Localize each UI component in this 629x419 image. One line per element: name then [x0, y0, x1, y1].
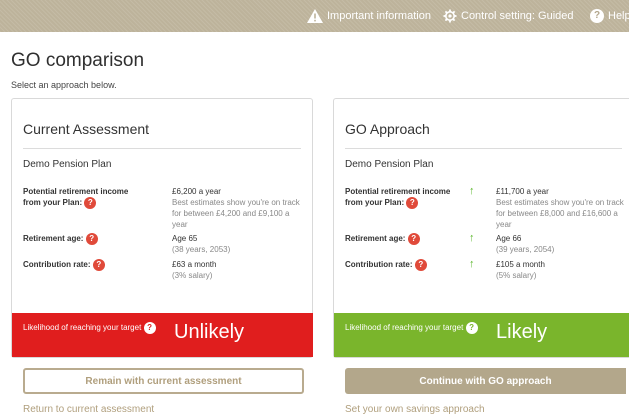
row-label: Contribution rate: ? — [23, 259, 133, 271]
likelihood-label: Likelihood of reaching your target ? — [345, 322, 485, 334]
row-label: Potential retirement income from your Pl… — [345, 187, 451, 209]
row-value: £11,700 a year Best estimates show you'r… — [496, 187, 624, 229]
help-icon[interactable]: ? — [85, 233, 98, 245]
likelihood-label: Likelihood of reaching your target ? — [23, 322, 163, 334]
important-information-link[interactable]: Important information — [307, 0, 431, 32]
row-value: £6,200 a year Best estimates show you're… — [172, 187, 300, 229]
current-assessment-card: Current Assessment Demo Pension Plan Pot… — [11, 98, 313, 358]
set-own-savings-approach-link[interactable]: Set your own savings approach — [345, 404, 485, 415]
help-link[interactable]: ? Help — [590, 0, 629, 32]
card-title: GO Approach — [345, 121, 430, 137]
row-label: Retirement age: ? — [23, 233, 133, 245]
help-icon[interactable]: ? — [465, 322, 478, 334]
row-label: Retirement age: ? — [345, 233, 455, 245]
up-arrow-icon: ↑ — [469, 185, 475, 197]
help-icon[interactable]: ? — [84, 197, 97, 209]
continue-with-go-approach-button[interactable]: Continue with GO approach — [345, 368, 626, 394]
go-approach-card: GO Approach Demo Pension Plan Potential … — [333, 98, 629, 358]
warning-icon — [307, 9, 323, 23]
row-label: Contribution rate: ? — [345, 259, 455, 271]
row-value: Age 65 (38 years, 2053) — [172, 234, 231, 254]
likelihood-banner: Likelihood of reaching your target ? Unl… — [12, 313, 313, 357]
row-value: £105 a month (5% salary) — [496, 260, 545, 280]
likelihood-value: Unlikely — [174, 321, 245, 343]
control-setting-label: Control setting: Guided — [461, 10, 574, 22]
remain-with-current-assessment-button[interactable]: Remain with current assessment — [23, 368, 304, 394]
help-icon: ? — [590, 9, 604, 23]
help-icon[interactable]: ? — [143, 322, 156, 334]
help-icon[interactable]: ? — [414, 259, 427, 271]
likelihood-value: Likely — [496, 321, 548, 343]
important-information-label: Important information — [327, 10, 431, 22]
row-label: Potential retirement income from your Pl… — [23, 187, 129, 209]
row-value: £63 a month (3% salary) — [172, 260, 217, 280]
page-title: GO comparison — [11, 50, 145, 71]
control-setting-link[interactable]: Control setting: Guided — [443, 0, 574, 32]
help-icon[interactable]: ? — [406, 197, 419, 209]
up-arrow-icon: ↑ — [469, 258, 475, 270]
plan-name: Demo Pension Plan — [345, 159, 434, 170]
return-to-current-assessment-link[interactable]: Return to current assessment — [23, 404, 154, 415]
row-value: Age 66 (39 years, 2054) — [496, 234, 555, 254]
help-icon[interactable]: ? — [407, 233, 420, 245]
help-label: Help — [608, 10, 629, 22]
page-subtitle: Select an approach below. — [11, 80, 117, 90]
top-bar: Important information Control setting: G… — [0, 0, 629, 32]
help-icon[interactable]: ? — [92, 259, 105, 271]
card-title: Current Assessment — [23, 121, 150, 137]
plan-name: Demo Pension Plan — [23, 159, 112, 170]
likelihood-banner: Likelihood of reaching your target ? Lik… — [334, 313, 629, 357]
divider — [23, 148, 301, 149]
up-arrow-icon: ↑ — [469, 232, 475, 244]
divider — [345, 148, 622, 149]
gear-icon — [443, 9, 457, 23]
